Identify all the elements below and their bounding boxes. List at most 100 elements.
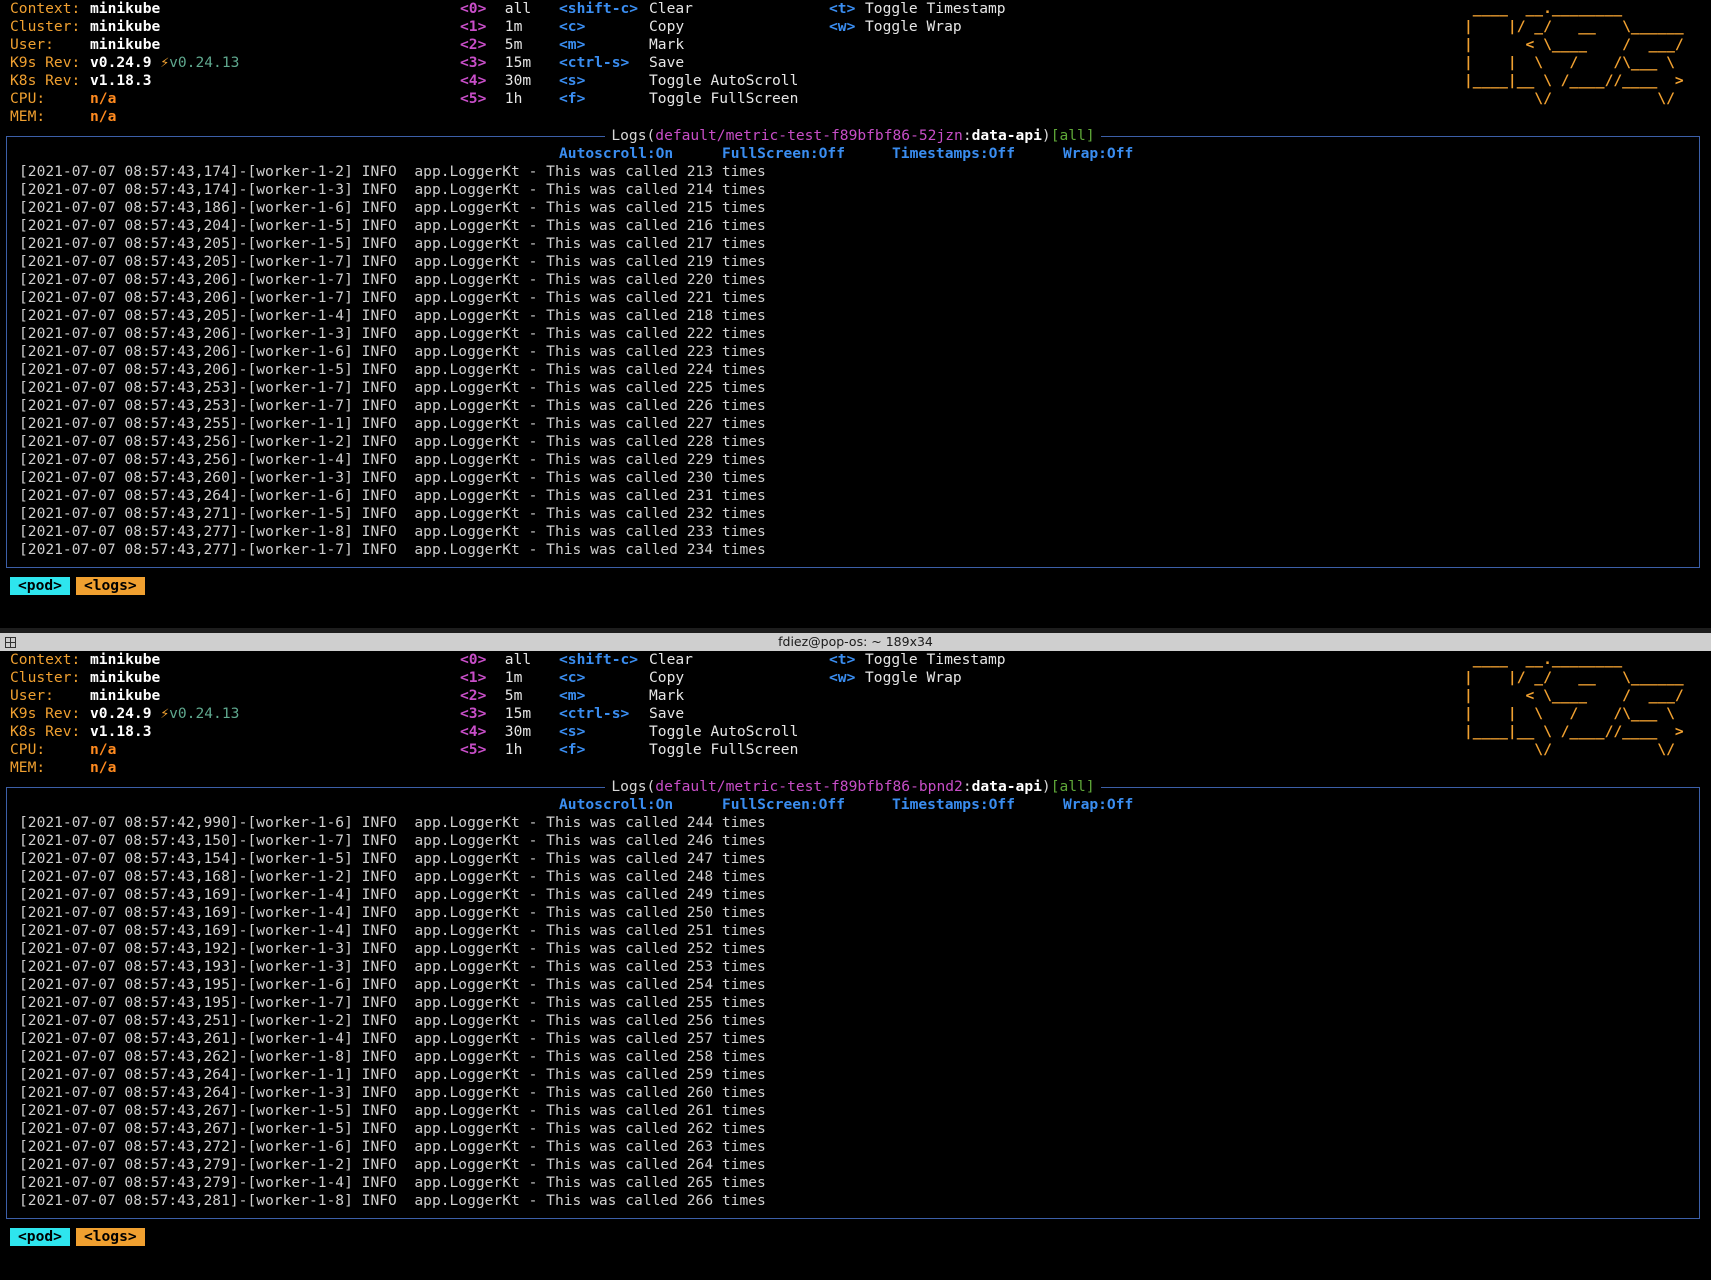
mem-label: MEM:: [10, 759, 46, 776]
hotkey-label: Toggle FullScreen: [649, 90, 799, 107]
range-item[interactable]: <5> 1h: [460, 741, 531, 759]
range-item[interactable]: <1> 1m: [460, 18, 531, 36]
hotkey-item[interactable]: <shift-c> Clear: [559, 651, 798, 669]
cluster-value: minikube: [90, 18, 161, 35]
context-value: minikube: [90, 0, 161, 17]
toggle-label: Toggle Wrap: [865, 669, 962, 686]
cpu-label: CPU:: [10, 741, 46, 758]
mem-value: n/a: [90, 108, 117, 125]
log-title-sep: :: [962, 778, 972, 795]
log-title-sep: :: [962, 127, 972, 144]
cpu-value: n/a: [90, 90, 117, 107]
logo-line: | | \ / /\___ \: [1464, 54, 1684, 71]
hotkey-item[interactable]: <m> Mark: [559, 687, 798, 705]
log-line: [2021-07-07 08:57:43,264]-[worker-1-3] I…: [19, 1084, 766, 1101]
log-line: [2021-07-07 08:57:43,206]-[worker-1-6] I…: [19, 343, 766, 360]
hotkey-item[interactable]: <shift-c> Clear: [559, 0, 798, 18]
hotkey-item[interactable]: <m> Mark: [559, 36, 798, 54]
toggle-item[interactable]: <w> Toggle Wrap: [829, 18, 1006, 36]
log-line: [2021-07-07 08:57:43,150]-[worker-1-7] I…: [19, 832, 766, 849]
log-line: [2021-07-07 08:57:43,174]-[worker-1-3] I…: [19, 181, 766, 198]
breadcrumb-logs[interactable]: <logs>: [75, 1228, 145, 1246]
range-item[interactable]: <2> 5m: [460, 36, 531, 54]
log-line: [2021-07-07 08:57:43,206]-[worker-1-7] I…: [19, 271, 766, 288]
breadcrumb-pod[interactable]: <pod>: [10, 577, 70, 595]
cpu-label: CPU:: [10, 90, 46, 107]
hotkey-key: <shift-c>: [559, 651, 639, 668]
hotkey-item[interactable]: <s> Toggle AutoScroll: [559, 723, 798, 741]
range-item[interactable]: <4> 30m: [460, 72, 531, 90]
terminal-pane-bottom[interactable]: Context: minikube Cluster: minikube User: m…: [0, 651, 1711, 1280]
range-key: <5>: [460, 741, 487, 758]
log-line: [2021-07-07 08:57:43,205]-[worker-1-7] I…: [19, 253, 766, 270]
logo-line: | < \____ / ___/: [1464, 687, 1684, 704]
hotkey-key: <f>: [559, 90, 586, 107]
log-viewer[interactable]: Logs(default/metric-test-f89bfbf86-52jzn…: [6, 127, 1700, 568]
toggle-key: <t>: [829, 0, 856, 17]
range-item[interactable]: <1> 1m: [460, 669, 531, 687]
lightning-icon: ⚡: [160, 705, 170, 722]
log-line: [2021-07-07 08:57:43,256]-[worker-1-2] I…: [19, 433, 766, 450]
hotkey-item[interactable]: <f> Toggle FullScreen: [559, 741, 798, 759]
range-label: 5m: [504, 687, 523, 704]
log-title: Logs(default/metric-test-f89bfbf86-bpnd2…: [7, 778, 1699, 796]
hotkey-item[interactable]: <c> Copy: [559, 18, 798, 36]
cluster-value: minikube: [90, 669, 161, 686]
toggle-label: Toggle Timestamp: [865, 0, 1006, 17]
toggle-item[interactable]: <t> Toggle Timestamp: [829, 0, 1006, 18]
hotkey-item[interactable]: <s> Toggle AutoScroll: [559, 72, 798, 90]
k9s-rev-label: K9s Rev:: [10, 705, 81, 722]
log-line: [2021-07-07 08:57:43,253]-[worker-1-7] I…: [19, 379, 766, 396]
user-label: User:: [10, 36, 54, 53]
log-line: [2021-07-07 08:57:43,256]-[worker-1-4] I…: [19, 451, 766, 468]
log-container-name: data-api: [971, 127, 1042, 144]
terminal-pane-top[interactable]: Context: minikube Cluster: minikube User: m…: [0, 0, 1711, 628]
log-lines: [2021-07-07 08:57:43,174]-[worker-1-2] I…: [19, 163, 766, 559]
log-viewer[interactable]: Logs(default/metric-test-f89bfbf86-bpnd2…: [6, 778, 1700, 1219]
toggle-item[interactable]: <t> Toggle Timestamp: [829, 651, 1006, 669]
range-key: <3>: [460, 705, 487, 722]
wrap-status: Wrap:Off: [1063, 145, 1134, 162]
toggle-menu: <t> Toggle Timestamp <w> Toggle Wrap: [829, 651, 1006, 687]
hotkey-key: <c>: [559, 18, 586, 35]
log-line: [2021-07-07 08:57:43,279]-[worker-1-2] I…: [19, 1156, 766, 1173]
split-icon[interactable]: [5, 637, 16, 648]
logo-line: |____|__ \ /____//____ >: [1464, 72, 1684, 89]
k8s-rev-label: K8s Rev:: [10, 723, 81, 740]
log-line: [2021-07-07 08:57:43,168]-[worker-1-2] I…: [19, 868, 766, 885]
range-key: <0>: [460, 651, 487, 668]
range-item[interactable]: <4> 30m: [460, 723, 531, 741]
log-title-prefix: Logs(: [611, 778, 656, 795]
log-status-bar: Autoscroll:On FullScreen:Off Timestamps:Of…: [559, 145, 1133, 163]
k9s-logo: ____ __.________ | |/ _/ __ \______ | < \…: [1464, 0, 1684, 108]
range-item[interactable]: <0> all: [460, 0, 531, 18]
hotkey-label: Toggle AutoScroll: [649, 72, 799, 89]
terminal-title-bar[interactable]: fdiez@pop-os: ~ 189x34: [0, 633, 1711, 651]
fullscreen-status: FullScreen:Off: [722, 145, 846, 162]
range-item[interactable]: <2> 5m: [460, 687, 531, 705]
log-line: [2021-07-07 08:57:43,205]-[worker-1-4] I…: [19, 307, 766, 324]
hotkey-item[interactable]: <c> Copy: [559, 669, 798, 687]
log-line: [2021-07-07 08:57:43,281]-[worker-1-8] I…: [19, 1192, 766, 1209]
hotkey-item[interactable]: <ctrl-s> Save: [559, 54, 798, 72]
k8s-rev-value: v1.18.3: [90, 723, 152, 740]
toggle-item[interactable]: <w> Toggle Wrap: [829, 669, 1006, 687]
range-label: 1m: [504, 669, 523, 686]
hotkey-item[interactable]: <f> Toggle FullScreen: [559, 90, 798, 108]
breadcrumb-pod[interactable]: <pod>: [10, 1228, 70, 1246]
cluster-info: Context: minikube Cluster: minikube User: m…: [10, 651, 239, 777]
range-item[interactable]: <0> all: [460, 651, 531, 669]
time-range-menu: <0> all <1> 1m <2> 5m <3> 15m <4> 30m <5…: [460, 0, 531, 108]
breadcrumb-logs[interactable]: <logs>: [75, 577, 145, 595]
log-line: [2021-07-07 08:57:43,174]-[worker-1-2] I…: [19, 163, 766, 180]
logo-line: | |/ _/ __ \______: [1464, 18, 1684, 35]
range-item[interactable]: <3> 15m: [460, 54, 531, 72]
log-line: [2021-07-07 08:57:43,271]-[worker-1-5] I…: [19, 505, 766, 522]
range-label: 1h: [504, 741, 523, 758]
range-item[interactable]: <3> 15m: [460, 705, 531, 723]
range-item[interactable]: <5> 1h: [460, 90, 531, 108]
toggle-menu: <t> Toggle Timestamp <w> Toggle Wrap: [829, 0, 1006, 36]
time-range-menu: <0> all <1> 1m <2> 5m <3> 15m <4> 30m <5…: [460, 651, 531, 759]
hotkey-item[interactable]: <ctrl-s> Save: [559, 705, 798, 723]
log-line: [2021-07-07 08:57:43,205]-[worker-1-5] I…: [19, 235, 766, 252]
